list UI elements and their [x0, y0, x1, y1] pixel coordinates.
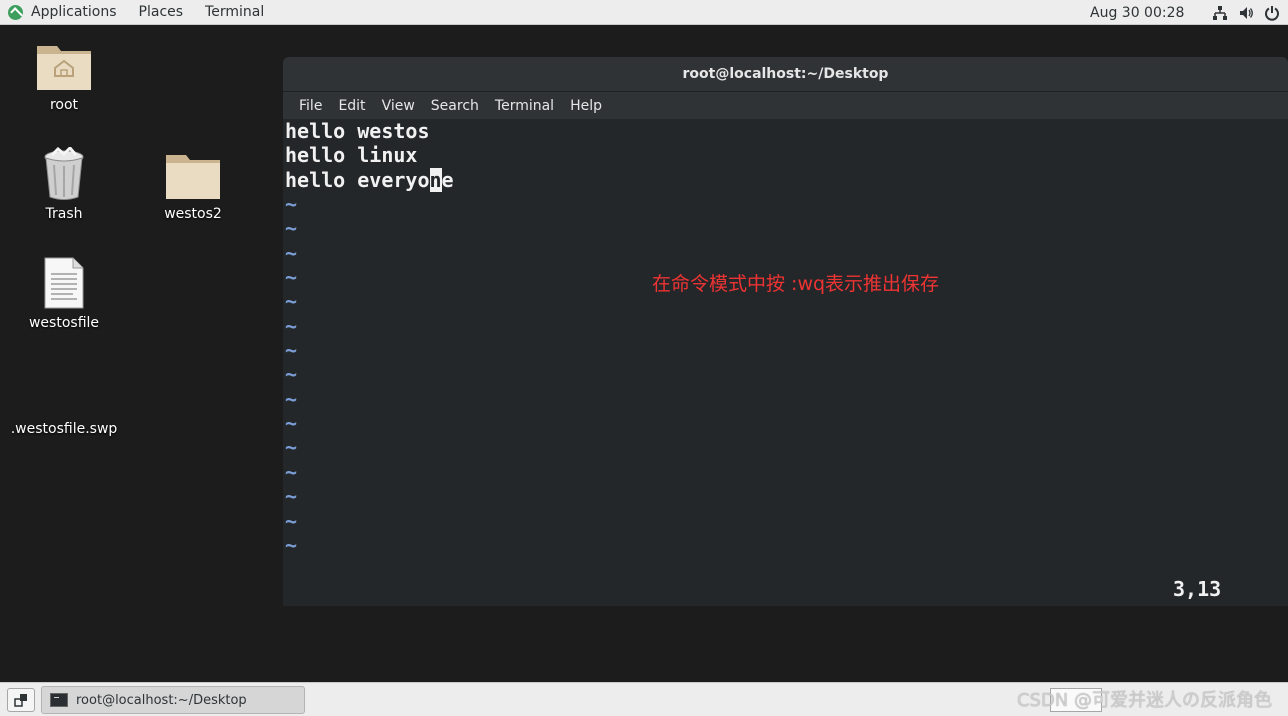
terminal-app-menu[interactable]: Terminal: [194, 0, 275, 25]
empty-line-tilde: ~: [285, 216, 298, 241]
watermark: CSDN @可爱并迷人の反派角色: [1016, 690, 1272, 711]
power-icon[interactable]: [1264, 5, 1280, 21]
desktop-icon-label: .westosfile.swp: [10, 421, 118, 437]
desktop-icon-label: westosfile: [28, 315, 100, 331]
terminal-title: root@localhost:~/Desktop: [682, 66, 889, 82]
taskbar-window-title: root@localhost:~/Desktop: [76, 692, 247, 708]
show-desktop-button[interactable]: [7, 688, 35, 712]
editor-line: hello everyone: [283, 167, 1288, 192]
places-menu[interactable]: Places: [128, 0, 195, 25]
empty-line-tilde: ~: [285, 338, 298, 363]
desktop-icon-label: westos2: [164, 206, 222, 222]
terminal-menubar: File Edit View Search Terminal Help: [283, 92, 1288, 119]
bottom-panel: root@localhost:~/Desktop CSDN @可爱并迷人の反派角…: [0, 682, 1288, 716]
terminal-window[interactable]: root@localhost:~/Desktop File Edit View …: [283, 57, 1288, 606]
top-panel: Applications Places Terminal Aug 30 00:2…: [0, 0, 1288, 25]
menu-help[interactable]: Help: [562, 98, 610, 114]
empty-line-tilde: ~: [285, 532, 298, 557]
text-file-icon: [34, 253, 94, 313]
trash-icon: [34, 144, 94, 204]
empty-line-tilde: ~: [285, 484, 298, 509]
editor-text: hello everyo: [285, 167, 430, 192]
menu-search[interactable]: Search: [423, 98, 487, 114]
volume-icon[interactable]: [1238, 5, 1254, 21]
empty-line-tilde: ~: [285, 386, 298, 411]
desktop-icon-westos2[interactable]: westos2: [138, 144, 248, 222]
empty-line-tilde: ~: [285, 192, 298, 217]
network-icon[interactable]: [1212, 5, 1228, 21]
folder-icon: [163, 144, 223, 204]
empty-line-tilde: ~: [285, 362, 298, 387]
show-desktop-icon: [14, 694, 27, 707]
editor-text: e: [441, 167, 454, 192]
empty-line-tilde: ~: [285, 435, 298, 460]
applications-menu[interactable]: Applications: [0, 0, 128, 25]
clock[interactable]: Aug 30 00:28: [1090, 0, 1184, 25]
text-cursor: n: [429, 167, 442, 192]
menu-edit[interactable]: Edit: [330, 98, 373, 114]
cursor-position-indicator: 3,13: [1173, 577, 1222, 601]
home-folder-icon: [34, 35, 94, 95]
applications-label: Applications: [31, 4, 117, 20]
empty-line-tilde: ~: [285, 411, 298, 436]
terminal-icon: [50, 693, 68, 707]
menu-view[interactable]: View: [374, 98, 423, 114]
editor-line: hello linux: [285, 143, 418, 168]
desktop-icon-trash[interactable]: Trash: [9, 144, 119, 222]
terminal-titlebar[interactable]: root@localhost:~/Desktop: [283, 57, 1288, 92]
empty-line-tilde: ~: [285, 313, 298, 338]
terminal-content[interactable]: hello westos hello linux hello everyone …: [283, 119, 1288, 606]
empty-line-tilde: ~: [285, 240, 298, 265]
desktop-icon-label: root: [49, 97, 79, 113]
desktop-icon-root[interactable]: root: [9, 35, 119, 113]
applications-logo-icon: [8, 4, 23, 20]
menu-terminal[interactable]: Terminal: [487, 98, 562, 114]
empty-line-tilde: ~: [285, 508, 298, 533]
empty-line-tilde: ~: [285, 459, 298, 484]
editor-line: hello westos: [285, 119, 430, 143]
system-tray[interactable]: [1212, 0, 1280, 25]
taskbar-window-button[interactable]: root@localhost:~/Desktop: [41, 686, 305, 714]
desktop-icon-label: Trash: [45, 206, 83, 222]
annotation-text: 在命令模式中按 :wq表示推出保存: [652, 273, 940, 295]
desktop-icon-westosfile[interactable]: westosfile: [9, 253, 119, 331]
desktop-icon-westosfile-swp[interactable]: .westosfile.swp: [9, 419, 119, 437]
menu-file[interactable]: File: [291, 98, 330, 114]
